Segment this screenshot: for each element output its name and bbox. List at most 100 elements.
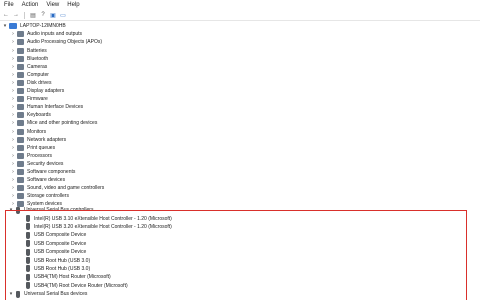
menu-help[interactable]: Help: [63, 0, 83, 10]
device-category-label: Security devices: [27, 160, 64, 167]
device-category-icon: [17, 136, 24, 143]
expand-arrow-icon[interactable]: ›: [10, 168, 16, 176]
expand-arrow-icon[interactable]: ›: [10, 160, 16, 168]
expand-arrow-icon[interactable]: ›: [10, 128, 16, 136]
device-category[interactable]: › Software devices: [10, 176, 65, 184]
device-category-icon: [17, 71, 24, 78]
expand-arrow-icon[interactable]: ›: [10, 87, 16, 95]
device-category[interactable]: › Security devices: [10, 160, 63, 168]
device-category-label: Cameras: [27, 63, 48, 70]
collapse-arrow-icon[interactable]: ▾: [2, 22, 8, 30]
device-category[interactable]: › Monitors: [10, 128, 46, 136]
tree-root[interactable]: ▾ LAPTOP-12IMN0HB: [2, 22, 66, 30]
device-category-label: Bluetooth: [27, 55, 49, 62]
device-category-label: Batteries: [27, 47, 47, 54]
device-category-label: Network adapters: [27, 136, 67, 143]
device-category-icon: [17, 63, 24, 70]
toolbar-divider: [24, 11, 25, 19]
device-category[interactable]: › Batteries: [10, 47, 47, 55]
device-category-icon: [17, 55, 24, 62]
menu-action[interactable]: Action: [18, 0, 43, 10]
expand-arrow-icon[interactable]: ›: [10, 63, 16, 71]
device-category[interactable]: › Sound, video and game controllers: [10, 184, 104, 192]
device-category-icon: [17, 169, 24, 176]
help-icon[interactable]: ?: [39, 11, 47, 19]
expand-arrow-icon[interactable]: ›: [10, 184, 16, 192]
expand-arrow-icon[interactable]: ›: [10, 79, 16, 87]
device-category[interactable]: › Keyboards: [10, 111, 51, 119]
device-category-icon: [17, 47, 24, 54]
device-category-label: Human Interface Devices: [27, 104, 84, 111]
expand-arrow-icon[interactable]: ›: [10, 111, 16, 119]
highlight-box: [5, 210, 467, 300]
scan-hardware-icon[interactable]: ▭: [59, 11, 67, 19]
expand-arrow-icon[interactable]: ›: [10, 152, 16, 160]
device-category[interactable]: › Print queues: [10, 144, 55, 152]
device-category-icon: [17, 128, 24, 135]
device-category-label: Processors: [27, 152, 53, 159]
expand-arrow-icon[interactable]: ›: [10, 95, 16, 103]
device-category[interactable]: › Bluetooth: [10, 55, 48, 63]
device-category-label: Storage controllers: [27, 193, 69, 200]
expand-arrow-icon[interactable]: ›: [10, 119, 16, 127]
properties-icon[interactable]: ▤: [29, 11, 37, 19]
device-category-icon: [17, 160, 24, 167]
device-category[interactable]: › Cameras: [10, 63, 47, 71]
device-category-icon: [17, 96, 24, 103]
device-category-label: Display adapters: [27, 88, 65, 95]
expand-arrow-icon[interactable]: ›: [10, 176, 16, 184]
device-category-icon: [17, 112, 24, 119]
expand-arrow-icon[interactable]: ›: [10, 55, 16, 63]
expand-arrow-icon[interactable]: ›: [10, 71, 16, 79]
device-category-label: Monitors: [27, 128, 47, 135]
toolbar: ← → ▤ ? ▣ ▭: [0, 10, 480, 21]
device-category-label: Software devices: [27, 177, 66, 184]
device-category-label: Print queues: [27, 144, 56, 151]
device-category[interactable]: › Audio inputs and outputs: [10, 30, 82, 38]
device-category[interactable]: › Audio Processing Objects (APOs): [10, 38, 102, 46]
device-category-label: Firmware: [27, 96, 48, 103]
device-category-label: Disk drives: [27, 79, 52, 86]
menu-file[interactable]: File: [0, 0, 18, 10]
device-category[interactable]: › Display adapters: [10, 87, 64, 95]
device-category[interactable]: › Storage controllers: [10, 192, 69, 200]
device-category-icon: [17, 177, 24, 184]
device-category-icon: [17, 31, 24, 38]
device-category[interactable]: › Disk drives: [10, 79, 51, 87]
device-category-icon: [17, 185, 24, 192]
device-category[interactable]: › Human Interface Devices: [10, 103, 83, 111]
expand-arrow-icon[interactable]: ›: [10, 144, 16, 152]
device-category-label: Software components: [27, 169, 76, 176]
menu-view[interactable]: View: [42, 0, 63, 10]
device-category[interactable]: › Computer: [10, 71, 49, 79]
device-category-icon: [17, 39, 24, 46]
device-category[interactable]: › Software components: [10, 168, 75, 176]
computer-icon: [9, 23, 17, 30]
device-category-label: Sound, video and game controllers: [27, 185, 105, 192]
device-category[interactable]: › Network adapters: [10, 136, 66, 144]
device-category[interactable]: › Mice and other pointing devices: [10, 119, 97, 127]
device-category-icon: [17, 193, 24, 200]
device-category-label: Audio inputs and outputs: [27, 31, 83, 38]
back-icon[interactable]: ←: [2, 11, 10, 19]
device-category-label: Mice and other pointing devices: [27, 120, 98, 127]
device-category-icon: [17, 79, 24, 86]
expand-arrow-icon[interactable]: ›: [10, 38, 16, 46]
expand-arrow-icon[interactable]: ›: [10, 30, 16, 38]
forward-icon[interactable]: →: [12, 11, 20, 19]
device-category-icon: [17, 104, 24, 111]
device-category[interactable]: › Processors: [10, 152, 52, 160]
expand-arrow-icon[interactable]: ›: [10, 136, 16, 144]
expand-arrow-icon[interactable]: ›: [10, 192, 16, 200]
device-category[interactable]: › Firmware: [10, 95, 48, 103]
update-driver-icon[interactable]: ▣: [49, 11, 57, 19]
device-category-icon: [17, 88, 24, 95]
tree-root-label: LAPTOP-12IMN0HB: [20, 23, 66, 30]
device-category-icon: [17, 144, 24, 151]
device-category-label: Computer: [27, 71, 49, 78]
device-category-icon: [17, 120, 24, 127]
menu-bar: File Action View Help: [0, 0, 480, 10]
device-category-icon: [17, 152, 24, 159]
expand-arrow-icon[interactable]: ›: [10, 103, 16, 111]
expand-arrow-icon[interactable]: ›: [10, 47, 16, 55]
